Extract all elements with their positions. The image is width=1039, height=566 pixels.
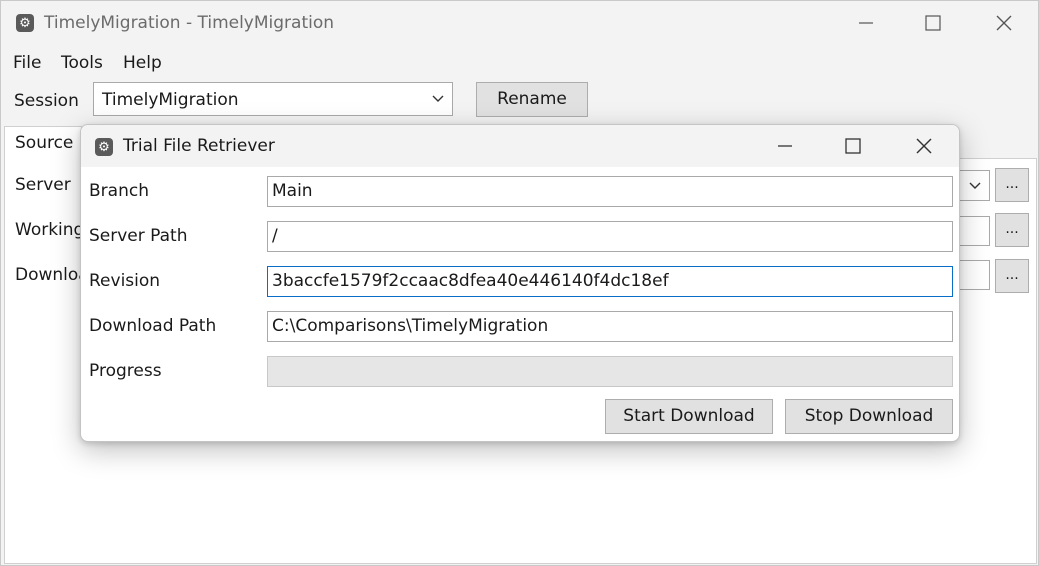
- chevron-down-icon: [969, 182, 981, 189]
- menu-file[interactable]: File: [13, 53, 41, 73]
- start-download-button[interactable]: Start Download: [605, 399, 773, 434]
- window-title: TimelyMigration - TimelyMigration: [44, 13, 335, 33]
- download-path-input[interactable]: C:\Comparisons\TimelyMigration: [267, 311, 953, 342]
- dialog-maximize-button[interactable]: [830, 131, 876, 161]
- server-browse-button[interactable]: ...: [995, 168, 1029, 202]
- download-label: Downloa: [15, 265, 89, 285]
- working-label: Working: [15, 220, 85, 240]
- revision-input[interactable]: 3baccfe1579f2ccaac8dfea40e446140f4dc18ef: [267, 266, 953, 297]
- maximize-icon: [845, 138, 861, 154]
- download-path-label: Download Path: [89, 316, 217, 336]
- dialog-titlebar[interactable]: ⚙ Trial File Retriever: [81, 125, 959, 167]
- download-progress-bar: [267, 356, 953, 387]
- menu-tools[interactable]: Tools: [61, 53, 103, 73]
- menu-help[interactable]: Help: [123, 53, 162, 73]
- tab-source-label: Source: [15, 133, 74, 153]
- session-label: Session: [14, 91, 79, 111]
- minimize-icon: [778, 145, 792, 147]
- server-path-input[interactable]: /: [267, 221, 953, 252]
- dialog-minimize-button[interactable]: [762, 131, 808, 161]
- close-icon: [916, 138, 932, 154]
- rename-button[interactable]: Rename: [476, 82, 588, 117]
- maximize-button[interactable]: [910, 8, 956, 38]
- close-icon: [996, 15, 1012, 31]
- close-button[interactable]: [981, 8, 1027, 38]
- working-browse-button[interactable]: ...: [995, 213, 1029, 247]
- progress-label: Progress: [89, 361, 162, 381]
- app-gear-icon: ⚙: [16, 14, 34, 32]
- dialog-title: Trial File Retriever: [123, 136, 275, 156]
- branch-input[interactable]: Main: [267, 176, 953, 207]
- minimize-button[interactable]: [843, 8, 889, 38]
- chevron-down-icon: [432, 95, 444, 102]
- minimize-icon: [859, 22, 873, 24]
- dialog-close-button[interactable]: [901, 131, 947, 161]
- session-value: TimelyMigration: [102, 90, 239, 110]
- dialog-gear-icon: ⚙: [95, 138, 113, 156]
- maximize-icon: [925, 15, 941, 31]
- server-path-label: Server Path: [89, 226, 188, 246]
- download-browse-button[interactable]: ...: [995, 259, 1029, 293]
- session-combobox[interactable]: TimelyMigration: [93, 82, 453, 116]
- server-label: Server: [15, 175, 71, 195]
- revision-label: Revision: [89, 271, 161, 291]
- stop-download-button[interactable]: Stop Download: [785, 399, 953, 434]
- trial-file-retriever-dialog: ⚙ Trial File Retriever Branch Main Serve…: [80, 124, 960, 442]
- tab-source[interactable]: Source: [4, 126, 82, 160]
- branch-label: Branch: [89, 181, 149, 201]
